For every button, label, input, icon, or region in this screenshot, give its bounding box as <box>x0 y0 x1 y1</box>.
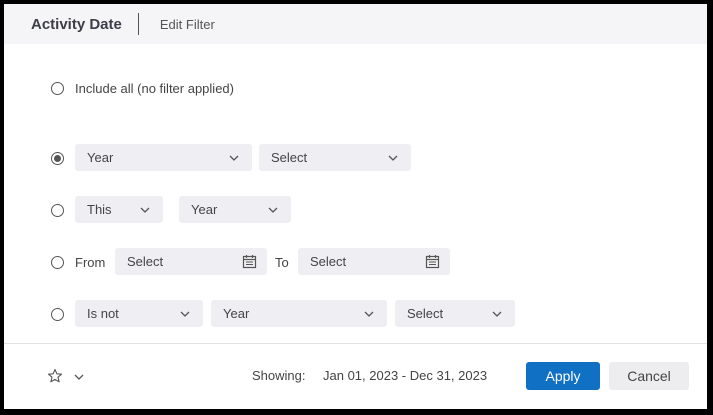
filter-title: Activity Date <box>31 15 122 33</box>
chevron-down-icon <box>385 150 401 166</box>
relative-period-dropdown-value: Year <box>191 202 218 217</box>
header-divider <box>137 13 139 35</box>
from-date-picker[interactable]: Select <box>115 248 267 275</box>
relative-period-radio[interactable] <box>51 204 64 217</box>
date-range-display: Jan 01, 2023 - Dec 31, 2023 <box>323 368 488 383</box>
exclusion-period-value: Year <box>223 306 250 321</box>
calendar-icon[interactable] <box>424 254 440 270</box>
cancel-button[interactable]: Cancel <box>609 362 689 390</box>
year-select-radio[interactable] <box>51 152 64 165</box>
to-date-picker[interactable]: Select <box>298 248 450 275</box>
chevron-down-icon <box>137 202 153 218</box>
period-dropdown-value: Year <box>87 150 114 165</box>
include-all-label: Include all (no filter applied) <box>75 81 234 96</box>
favorite-menu-chevron-down-icon[interactable] <box>73 370 85 388</box>
star-icon[interactable] <box>47 368 63 389</box>
edit-filter-label: Edit Filter <box>159 16 215 32</box>
include-all-radio[interactable] <box>51 82 64 95</box>
year-value-dropdown-value: Select <box>271 150 308 165</box>
relative-dropdown-value: This <box>87 202 112 217</box>
chevron-down-icon <box>177 306 193 322</box>
filter-dialog: Activity Date Edit Filter Include all (n… <box>4 4 707 409</box>
from-date-value: Select <box>127 254 164 269</box>
dialog-header: Activity Date Edit Filter <box>4 4 707 44</box>
exclusion-value-dropdown[interactable]: Select <box>395 300 515 327</box>
date-range-radio[interactable] <box>51 256 64 269</box>
exclusion-period-dropdown[interactable]: Year <box>211 300 387 327</box>
footer-divider <box>4 343 707 344</box>
chevron-down-icon <box>361 306 377 322</box>
chevron-down-icon <box>226 150 242 166</box>
chevron-down-icon <box>265 202 281 218</box>
operator-dropdown[interactable]: Is not <box>75 300 203 327</box>
year-value-dropdown[interactable]: Select <box>259 144 411 171</box>
relative-dropdown[interactable]: This <box>75 196 163 223</box>
relative-period-dropdown[interactable]: Year <box>179 196 291 223</box>
calendar-icon[interactable] <box>241 254 257 270</box>
to-label: To <box>275 255 289 270</box>
from-label: From <box>75 255 106 270</box>
apply-button[interactable]: Apply <box>526 362 600 390</box>
exclusion-radio[interactable] <box>51 308 64 321</box>
showing-label: Showing: <box>252 368 306 383</box>
exclusion-value-value: Select <box>407 306 444 321</box>
to-date-value: Select <box>310 254 347 269</box>
operator-dropdown-value: Is not <box>87 306 119 321</box>
period-dropdown[interactable]: Year <box>75 144 252 171</box>
chevron-down-icon <box>489 306 505 322</box>
